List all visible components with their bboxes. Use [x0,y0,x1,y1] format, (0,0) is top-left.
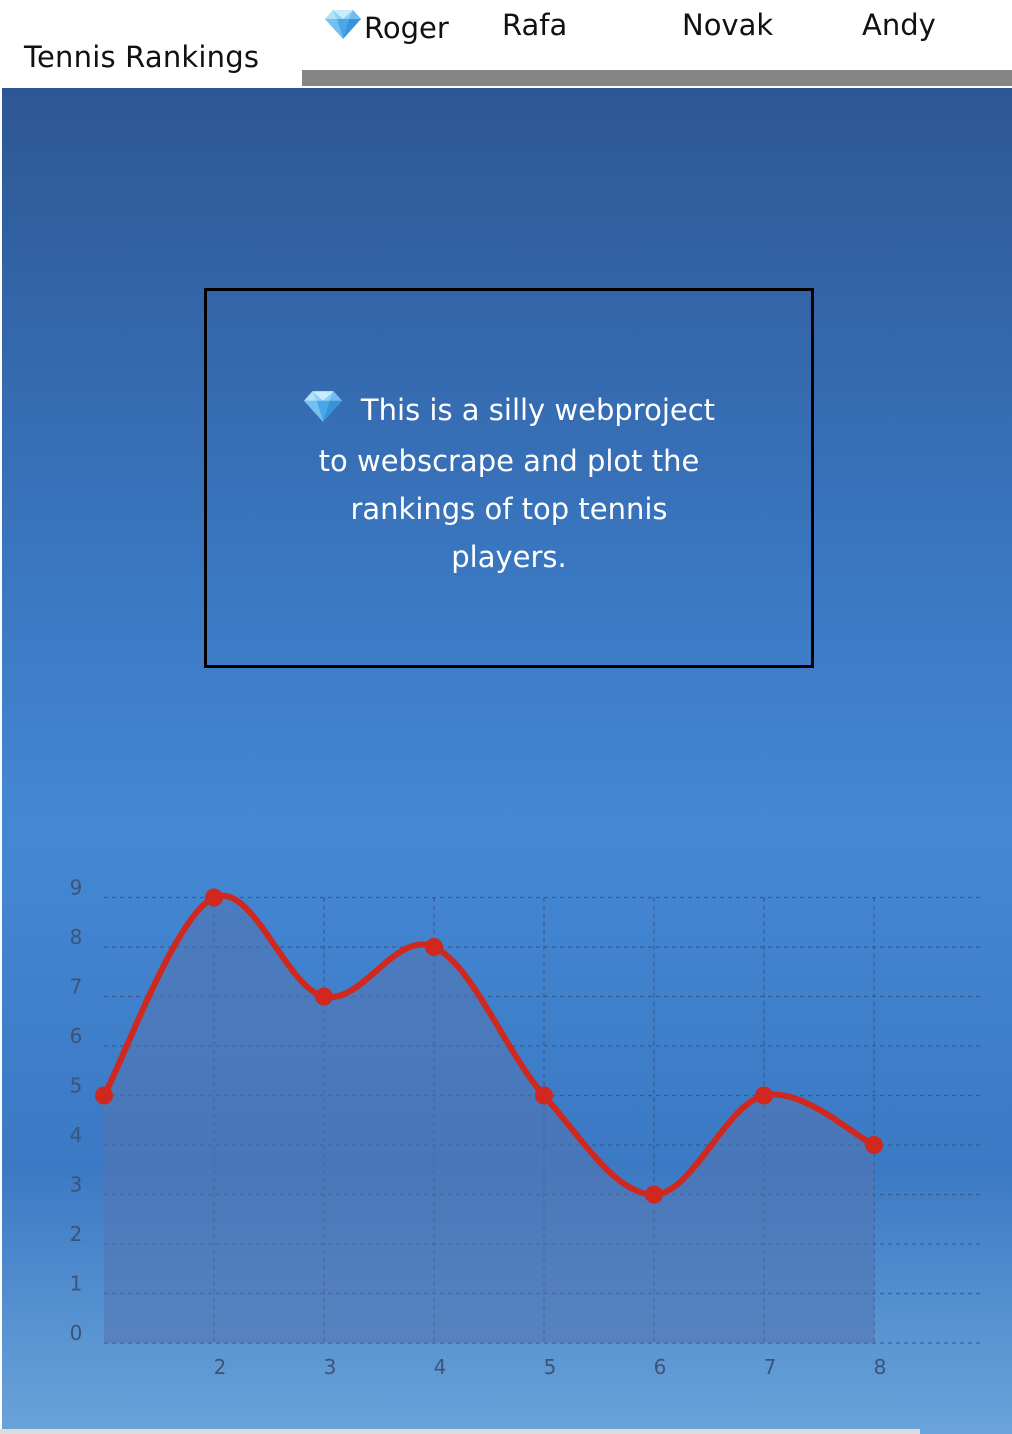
ranking-chart: 0 1 2 3 4 5 6 7 8 9 2 3 4 5 6 7 8 [70,876,980,1379]
chart-area-layer [104,895,874,1343]
nav-label-novak: Novak [682,8,774,42]
x-tick-label: 4 [434,1355,447,1379]
x-tick-label: 7 [764,1355,777,1379]
y-tick-label: 8 [70,925,83,949]
x-tick-label: 6 [654,1355,667,1379]
data-point-5 [535,1086,553,1105]
x-tick-label: 2 [214,1355,227,1379]
y-tick-label: 5 [70,1074,83,1098]
y-tick-label: 3 [70,1173,83,1197]
y-tick-label: 7 [70,975,83,999]
data-point-3 [315,987,333,1006]
nav-item-roger[interactable]: Roger [324,8,449,47]
x-tick-label: 8 [874,1355,887,1379]
gem-icon [324,8,362,47]
nav-item-novak[interactable]: Novak [682,8,773,42]
nav-label-rafa: Rafa [502,8,568,42]
page: Tennis Rankings Roger Rafa Novak Andy Th… [0,0,1012,1434]
data-point-8 [865,1136,883,1154]
y-axis-ticks: 0 1 2 3 4 5 6 7 8 9 [70,876,83,1346]
nav-underline-bar [302,70,1012,86]
info-description: This is a silly webproject to webscrape … [318,393,716,574]
data-point-2 [205,888,223,907]
horizontal-scrollbar[interactable] [0,1429,920,1434]
x-tick-label: 5 [544,1355,557,1379]
data-point-4 [425,938,443,956]
y-tick-label: 9 [70,876,83,900]
brand[interactable]: Tennis Rankings [0,0,302,88]
y-tick-label: 6 [70,1024,83,1048]
nav-item-andy[interactable]: Andy [862,8,936,42]
data-point-7 [755,1086,773,1105]
hero-section: This is a silly webproject to webscrape … [0,88,1012,1434]
data-point-6 [645,1185,663,1204]
y-tick-label: 1 [70,1272,83,1296]
info-text-block: This is a silly webproject to webscrape … [297,386,721,581]
x-tick-label: 3 [324,1355,337,1379]
x-axis-ticks: 2 3 4 5 6 7 8 [214,1355,887,1379]
y-tick-label: 2 [70,1222,83,1246]
site-title[interactable]: Tennis Rankings [24,40,259,74]
gem-icon [303,389,343,437]
nav-label-andy: Andy [862,8,936,42]
nav-item-rafa[interactable]: Rafa [502,8,567,42]
info-box: This is a silly webproject to webscrape … [204,288,814,668]
chart-area-fill [104,895,874,1343]
y-tick-label: 0 [70,1321,83,1345]
data-point-1 [95,1086,113,1105]
y-tick-label: 4 [70,1123,83,1147]
top-nav: Roger Rafa Novak Andy [302,0,1012,70]
nav-label-roger: Roger [364,11,449,45]
